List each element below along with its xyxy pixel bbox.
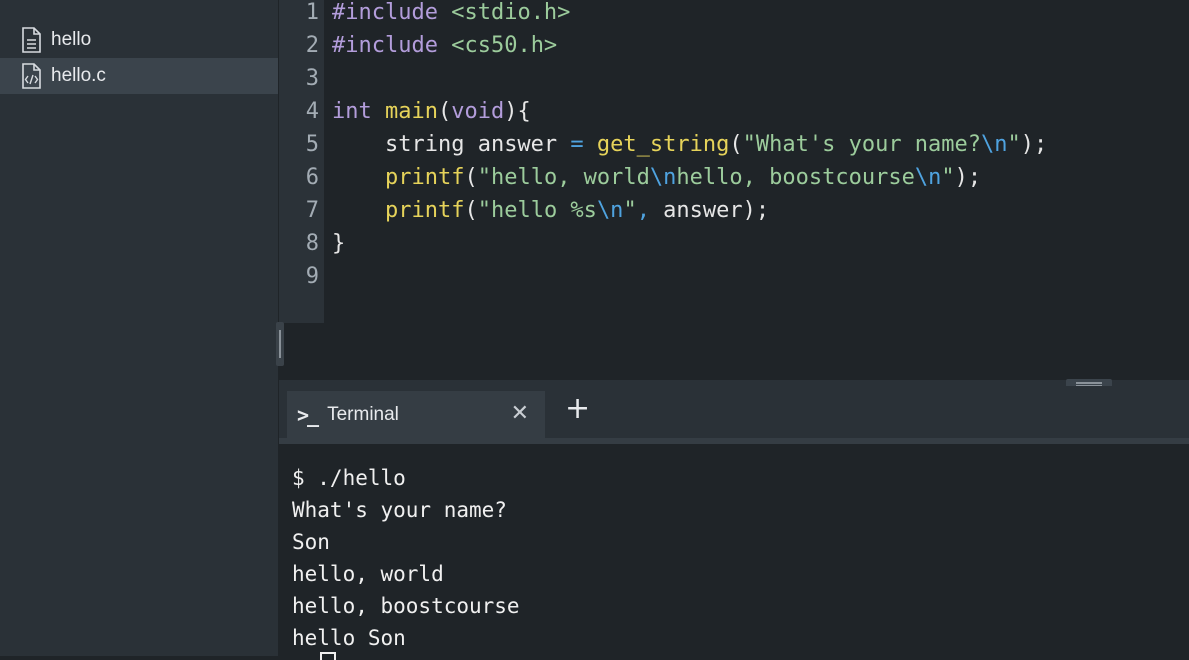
punctuation: ){ xyxy=(504,99,531,124)
string-literal: " xyxy=(1007,132,1021,157)
terminal-line: $ ./hello xyxy=(292,466,406,490)
terminal-line: hello, world xyxy=(292,562,444,586)
punctuation: ( xyxy=(464,165,478,190)
tab-label: Terminal xyxy=(327,403,399,425)
header-name: <cs50.h> xyxy=(451,33,558,58)
escape-sequence: \n xyxy=(596,198,624,223)
code-line-4[interactable]: int main(void){ xyxy=(332,99,531,132)
escape-sequence: \n xyxy=(914,165,942,190)
line-number: 1 xyxy=(305,0,319,25)
file-name: hello xyxy=(51,29,92,50)
terminal-line: Son xyxy=(292,530,330,554)
terminal-cursor xyxy=(320,652,336,660)
punctuation: ( xyxy=(437,99,452,124)
terminal-line: What's your name? xyxy=(292,498,507,522)
line-number: 9 xyxy=(305,264,319,289)
string-literal: "What's your name? xyxy=(742,132,982,157)
line-number: 7 xyxy=(305,198,319,223)
punctuation: ( xyxy=(729,132,743,157)
string-literal: " xyxy=(941,165,955,190)
text-file-icon xyxy=(20,27,42,53)
escape-sequence: \n xyxy=(649,165,677,190)
line-number: 6 xyxy=(305,165,319,190)
line-number: 2 xyxy=(305,33,319,58)
code-line-5[interactable]: string answer = get_string("What's your … xyxy=(332,132,1047,165)
file-name: hello.c xyxy=(51,65,106,86)
line-number: 8 xyxy=(305,231,319,256)
header-name: <stdio.h> xyxy=(451,0,571,25)
function-name: get_string xyxy=(596,132,730,157)
file-item-hello[interactable]: hello xyxy=(0,22,278,58)
function-name: main xyxy=(385,99,438,124)
code-line-1[interactable]: #include <stdio.h> xyxy=(332,0,570,33)
line-number: 3 xyxy=(305,66,319,91)
code-line-8[interactable]: } xyxy=(332,231,345,264)
punctuation: ); xyxy=(954,165,982,190)
preprocessor-directive: #include xyxy=(332,0,438,25)
string-literal: "hello, world xyxy=(477,165,650,190)
keyword: void xyxy=(451,99,505,124)
punctuation: ); xyxy=(1020,132,1048,157)
comma: , xyxy=(636,198,650,223)
code-text: answer); xyxy=(649,198,770,223)
file-item-hello-c[interactable]: hello.c xyxy=(0,58,278,94)
keyword: int xyxy=(332,99,372,124)
code-line-6[interactable]: printf("hello, world\nhello, boostcourse… xyxy=(332,165,981,198)
close-icon[interactable]: ✕ xyxy=(511,402,529,426)
add-tab-button[interactable]: + xyxy=(565,390,590,428)
string-literal: hello, boostcourse xyxy=(676,165,915,190)
string-literal: " xyxy=(623,198,637,223)
code-editor[interactable]: 1 2 3 4 5 6 7 8 9 #include <stdio.h> #in… xyxy=(279,0,1189,383)
terminal-line: hello Son xyxy=(292,626,406,650)
line-number: 5 xyxy=(305,132,319,157)
code-line-7[interactable]: printf("hello %s\n", answer); xyxy=(332,198,769,231)
file-explorer-sidebar: hello hello.c xyxy=(0,0,278,656)
terminal-output[interactable]: $ ./hello What's your name? Son hello, w… xyxy=(279,444,1189,660)
punctuation: } xyxy=(332,231,346,256)
terminal-tab-bar: >_ Terminal ✕ + xyxy=(279,386,1189,438)
code-line-2[interactable]: #include <cs50.h> xyxy=(332,33,557,66)
line-number: 4 xyxy=(305,99,319,124)
function-name: printf xyxy=(384,198,465,223)
punctuation: ( xyxy=(464,198,478,223)
string-literal: "hello %s xyxy=(477,198,597,223)
line-number-gutter: 1 2 3 4 5 6 7 8 9 xyxy=(279,0,324,323)
terminal-line: hello, boostcourse xyxy=(292,594,520,618)
code-file-icon xyxy=(20,63,42,89)
tab-terminal[interactable]: >_ Terminal ✕ xyxy=(287,391,545,438)
terminal-icon: >_ xyxy=(297,402,319,427)
operator: = xyxy=(570,132,584,157)
function-name: printf xyxy=(384,165,465,190)
escape-sequence: \n xyxy=(981,132,1008,157)
code-text: string answer xyxy=(384,132,571,157)
sidebar-resize-handle[interactable] xyxy=(276,322,284,366)
preprocessor-directive: #include xyxy=(332,33,438,58)
